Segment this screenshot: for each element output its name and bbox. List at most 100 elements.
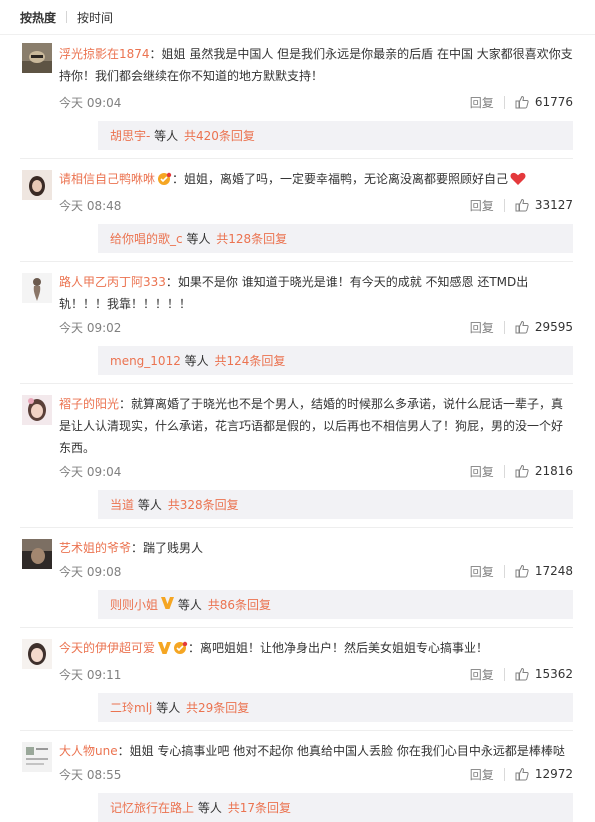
- vip-v-icon: [158, 639, 172, 661]
- reply-summary-tail: 等人: [197, 801, 222, 815]
- reply-summary-count[interactable]: 共124条回复: [215, 352, 286, 369]
- comment-time: 今天 09:02: [59, 320, 122, 335]
- like-button[interactable]: 61776: [515, 95, 573, 109]
- comment-time: 今天 08:55: [59, 767, 122, 782]
- sort-by-time[interactable]: 按时间: [77, 9, 113, 26]
- avatar[interactable]: [22, 43, 52, 73]
- reply-summary-user[interactable]: 当道: [110, 496, 134, 513]
- reply-summary-count[interactable]: 共29条回复: [186, 699, 249, 716]
- comment-time: 今天 09:08: [59, 564, 122, 579]
- sort-bar: 按热度 按时间: [0, 0, 595, 35]
- comment-username[interactable]: 浮光掠影在1874: [59, 47, 150, 61]
- comment-meta: 今天 09:04 回复 61776: [59, 91, 573, 113]
- avatar[interactable]: [22, 639, 52, 669]
- reply-summary-user[interactable]: 记忆旅行在路上: [110, 799, 194, 816]
- comment-item: 浮光掠影在1874：姐姐 虽然我是中国人 但是我们永远是你最亲的后盾 在中国 大…: [0, 35, 595, 159]
- avatar[interactable]: [22, 170, 52, 200]
- reply-summary-count[interactable]: 共328条回复: [168, 496, 239, 513]
- reply-button[interactable]: 回复: [470, 197, 494, 214]
- like-count: 15362: [534, 667, 573, 681]
- comment-list: 浮光掠影在1874：姐姐 虽然我是中国人 但是我们永远是你最亲的后盾 在中国 大…: [0, 35, 595, 822]
- comment-meta: 今天 09:11 回复 15362: [59, 663, 573, 685]
- reply-summary-count[interactable]: 共420条回复: [184, 127, 255, 144]
- like-button[interactable]: 17248: [515, 564, 573, 578]
- comment-time: 今天 09:04: [59, 464, 122, 479]
- avatar[interactable]: [22, 273, 52, 303]
- reply-summary-tail: 等人: [156, 701, 181, 715]
- comment-item: 路人甲乙丙丁阿333：如果不是你 谁知道于晓光是谁！有今天的成就 不知感恩 还T…: [0, 262, 595, 384]
- thumbs-up-icon: [515, 320, 529, 334]
- reply-button[interactable]: 回复: [470, 94, 494, 111]
- like-count: 17248: [534, 564, 573, 578]
- like-button[interactable]: 29595: [515, 320, 573, 334]
- action-divider: [503, 95, 505, 109]
- vip-v-icon: [161, 597, 175, 612]
- reply-summary[interactable]: 给你唱的歌_c 等人 共128条回复: [98, 224, 573, 253]
- reply-summary-user[interactable]: 则则小姐: [110, 596, 158, 613]
- action-divider: [503, 320, 505, 334]
- like-button[interactable]: 15362: [515, 667, 573, 681]
- comment-username[interactable]: 路人甲乙丙丁阿333: [59, 275, 166, 289]
- reply-summary-tail: 等人: [177, 598, 202, 612]
- reply-summary-count[interactable]: 共128条回复: [216, 230, 287, 247]
- comment-username[interactable]: 艺术姐的爷爷: [59, 541, 131, 555]
- reply-summary[interactable]: 胡思宇- 等人 共420条回复: [98, 121, 573, 150]
- action-divider: [503, 564, 505, 578]
- reply-summary-tail: 等人: [184, 354, 209, 368]
- comment-username[interactable]: 今天的伊伊超可爱: [59, 641, 155, 655]
- reply-summary-user[interactable]: 二玲mlj: [110, 699, 152, 716]
- reply-button[interactable]: 回复: [470, 766, 494, 783]
- comment-item: 今天的伊伊超可爱 ：离吧姐姐！让他净身出户！然后美女姐姐专心搞事业！ 今天 09:…: [0, 628, 595, 731]
- comment-meta: 今天 08:48 回复 33127: [59, 194, 573, 216]
- avatar[interactable]: [22, 395, 52, 425]
- action-divider: [503, 667, 505, 681]
- member-badge-icon: [173, 640, 188, 662]
- comment-username[interactable]: 请相信自己鸭咻咻: [59, 172, 155, 186]
- reply-summary-count[interactable]: 共17条回复: [228, 799, 291, 816]
- thumbs-up-icon: [515, 95, 529, 109]
- reply-button[interactable]: 回复: [470, 319, 494, 336]
- like-count: 21816: [534, 464, 573, 478]
- comment-username[interactable]: 大人物une: [59, 744, 118, 758]
- like-button[interactable]: 12972: [515, 767, 573, 781]
- comment-username[interactable]: 褶子的阳光: [59, 397, 119, 411]
- reply-summary-user[interactable]: meng_1012: [110, 354, 181, 368]
- like-count: 33127: [534, 198, 573, 212]
- reply-summary-tail: 等人: [154, 129, 179, 143]
- comment-meta: 今天 09:08 回复 17248: [59, 560, 573, 582]
- like-button[interactable]: 21816: [515, 464, 573, 478]
- sort-divider: [66, 11, 68, 23]
- avatar[interactable]: [22, 742, 52, 772]
- reply-summary[interactable]: meng_1012 等人 共124条回复: [98, 346, 573, 375]
- action-divider: [503, 464, 505, 478]
- like-count: 12972: [534, 767, 573, 781]
- action-divider: [503, 767, 505, 781]
- like-button[interactable]: 33127: [515, 198, 573, 212]
- comment-text: ：踹了贱男人: [131, 541, 204, 555]
- reply-summary-user[interactable]: 胡思宇-: [110, 127, 150, 144]
- sort-by-hot[interactable]: 按热度: [20, 9, 56, 26]
- comment-time: 今天 09:04: [59, 95, 122, 110]
- comment-item: 褶子的阳光：就算离婚了于晓光也不是个男人，结婚的时候那么多承诺，说什么屁话一辈子…: [0, 384, 595, 528]
- like-count: 61776: [534, 95, 573, 109]
- reply-summary-count[interactable]: 共86条回复: [208, 596, 271, 613]
- comment-meta: 今天 09:02 回复 29595: [59, 316, 573, 338]
- reply-button[interactable]: 回复: [470, 463, 494, 480]
- comment-item: 艺术姐的爷爷：踹了贱男人 今天 09:08 回复 17248 则则小姐 等人 共…: [0, 528, 595, 628]
- reply-summary-user[interactable]: 给你唱的歌_c: [110, 230, 183, 247]
- reply-button[interactable]: 回复: [470, 563, 494, 580]
- comment-text: ：离吧姐姐！让他净身出户！然后美女姐姐专心搞事业！: [188, 641, 489, 655]
- member-badge-icon: [157, 171, 172, 193]
- heart-icon: [510, 171, 526, 193]
- reply-summary[interactable]: 记忆旅行在路上 等人 共17条回复: [98, 793, 573, 822]
- reply-summary[interactable]: 则则小姐 等人 共86条回复: [98, 590, 573, 619]
- comment-time: 今天 09:11: [59, 667, 122, 682]
- reply-summary-tail: 等人: [137, 498, 162, 512]
- comment-item: 请相信自己鸭咻咻 ：姐姐，离婚了吗，一定要幸福鸭，无论离没离都要照顾好自己 今天 …: [0, 159, 595, 262]
- reply-summary[interactable]: 当道 等人 共328条回复: [98, 490, 573, 519]
- reply-button[interactable]: 回复: [470, 666, 494, 683]
- avatar[interactable]: [22, 539, 52, 569]
- thumbs-up-icon: [515, 564, 529, 578]
- thumbs-up-icon: [515, 198, 529, 212]
- reply-summary[interactable]: 二玲mlj 等人 共29条回复: [98, 693, 573, 722]
